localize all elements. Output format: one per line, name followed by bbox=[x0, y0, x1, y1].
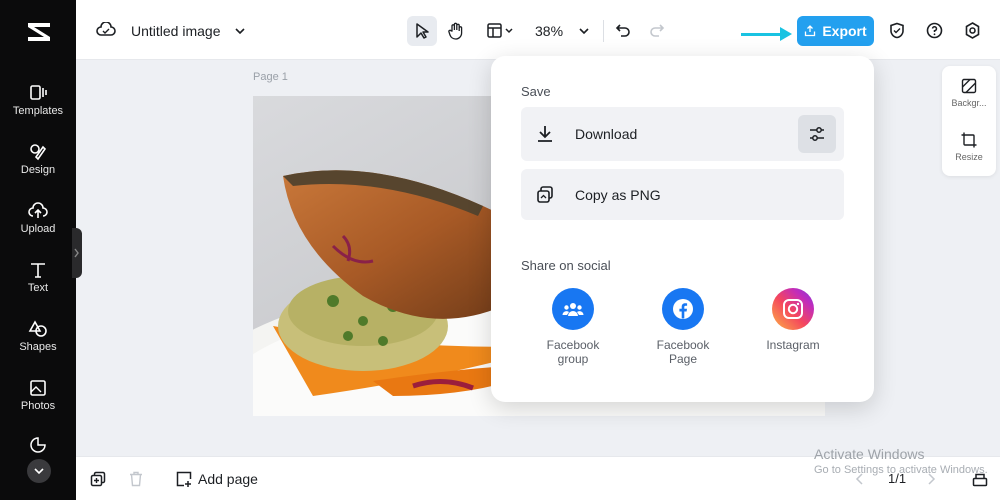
activate-windows-title: Activate Windows bbox=[814, 446, 925, 462]
instagram-icon bbox=[772, 288, 814, 330]
sidebar-collapse-button[interactable] bbox=[27, 459, 51, 483]
download-label: Download bbox=[575, 126, 638, 142]
undo-icon[interactable] bbox=[615, 22, 631, 38]
sidebar-label-design: Design bbox=[20, 164, 56, 176]
page-label: Page 1 bbox=[253, 71, 288, 83]
cloud-sync-icon[interactable] bbox=[96, 22, 116, 38]
facebook-page-label-line1: Facebook bbox=[656, 338, 710, 352]
facebook-group-icon bbox=[552, 288, 594, 330]
share-heading: Share on social bbox=[521, 258, 611, 273]
document-title[interactable]: Untitled image bbox=[131, 23, 221, 39]
redo-icon[interactable] bbox=[649, 22, 665, 38]
copy-as-png-option[interactable]: Copy as PNG bbox=[521, 169, 844, 220]
instagram-label: Instagram bbox=[766, 338, 820, 352]
background-panel-button[interactable]: Backgr... bbox=[942, 78, 996, 108]
toolbar-divider bbox=[603, 20, 604, 42]
top-toolbar: Untitled image 38% Export bbox=[76, 0, 1000, 60]
export-icon bbox=[805, 25, 816, 37]
more-tools-icon[interactable] bbox=[29, 436, 47, 454]
sidebar-label-photos: Photos bbox=[20, 400, 56, 412]
shapes-icon bbox=[28, 320, 47, 337]
sliders-icon bbox=[810, 127, 824, 141]
sidebar-item-design[interactable]: Design bbox=[0, 143, 76, 176]
export-button[interactable]: Export bbox=[797, 16, 874, 46]
right-properties-panel: Backgr... Resize bbox=[942, 66, 996, 176]
export-button-label: Export bbox=[822, 23, 867, 39]
capcut-logo[interactable] bbox=[25, 18, 53, 46]
layout-icon bbox=[487, 23, 513, 38]
shield-icon[interactable] bbox=[889, 22, 905, 39]
download-icon bbox=[538, 126, 552, 142]
sidebar-item-upload[interactable]: Upload bbox=[0, 202, 76, 235]
background-icon bbox=[961, 78, 977, 94]
share-instagram[interactable]: Instagram bbox=[748, 288, 838, 352]
hand-tool-button[interactable] bbox=[441, 16, 471, 46]
cursor-icon bbox=[416, 23, 429, 39]
trash-icon[interactable] bbox=[129, 471, 143, 487]
templates-icon bbox=[30, 85, 47, 100]
share-facebook-group[interactable]: Facebook group bbox=[528, 288, 618, 366]
sidebar-item-templates[interactable]: Templates bbox=[0, 84, 76, 117]
resize-panel-label: Resize bbox=[955, 152, 983, 162]
sidebar-label-upload: Upload bbox=[20, 223, 56, 235]
sidebar-resize-handle[interactable] bbox=[72, 228, 82, 278]
select-tool-button[interactable] bbox=[407, 16, 437, 46]
sidebar-label-templates: Templates bbox=[12, 105, 64, 117]
help-icon[interactable] bbox=[926, 22, 943, 39]
sidebar-item-photos[interactable]: Photos bbox=[0, 379, 76, 412]
photos-icon bbox=[30, 380, 46, 396]
facebook-group-label-line2: group bbox=[557, 352, 589, 366]
share-facebook-page[interactable]: Facebook Page bbox=[638, 288, 728, 366]
chevron-down-icon[interactable] bbox=[234, 26, 246, 36]
sidebar-item-text[interactable]: Text bbox=[0, 261, 76, 294]
bottom-bar: Add page 1/1 bbox=[76, 456, 1000, 500]
resize-icon bbox=[961, 132, 977, 148]
sidebar-label-shapes: Shapes bbox=[19, 341, 57, 353]
chevron-down-icon[interactable] bbox=[578, 26, 590, 36]
facebook-icon bbox=[662, 288, 704, 330]
sidebar-label-text: Text bbox=[27, 282, 49, 294]
download-option[interactable]: Download bbox=[521, 107, 844, 161]
save-heading: Save bbox=[521, 84, 551, 99]
gear-icon[interactable] bbox=[964, 22, 981, 39]
text-icon bbox=[31, 263, 45, 278]
left-sidebar: Templates Design Upload Text Shapes Phot… bbox=[0, 0, 76, 500]
facebook-group-label-line1: Facebook bbox=[546, 338, 600, 352]
layout-tool-button[interactable] bbox=[480, 16, 520, 46]
sidebar-item-shapes[interactable]: Shapes bbox=[0, 320, 76, 353]
zoom-level[interactable]: 38% bbox=[535, 23, 563, 39]
hand-icon bbox=[448, 22, 463, 40]
add-page-label: Add page bbox=[198, 471, 258, 487]
export-dropdown: Save Download Copy as PNG Share on socia… bbox=[491, 56, 874, 402]
duplicate-page-icon[interactable] bbox=[90, 471, 106, 487]
annotation-arrow-head bbox=[780, 27, 792, 41]
copy-icon bbox=[537, 185, 553, 203]
resize-panel-button[interactable]: Resize bbox=[942, 132, 996, 162]
download-settings-button[interactable] bbox=[798, 115, 836, 153]
chevron-down-icon bbox=[34, 468, 44, 475]
background-panel-label: Backgr... bbox=[951, 98, 987, 108]
copy-as-png-label: Copy as PNG bbox=[575, 186, 661, 203]
activate-windows-subtitle: Go to Settings to activate Windows. bbox=[814, 464, 988, 476]
add-page-button[interactable]: Add page bbox=[176, 471, 258, 487]
design-icon bbox=[30, 144, 47, 161]
upload-icon bbox=[28, 202, 48, 218]
add-page-icon bbox=[176, 471, 192, 487]
annotation-arrow-line bbox=[741, 33, 783, 36]
facebook-page-label-line2: Page bbox=[668, 352, 698, 366]
chevron-right-icon bbox=[74, 248, 79, 258]
